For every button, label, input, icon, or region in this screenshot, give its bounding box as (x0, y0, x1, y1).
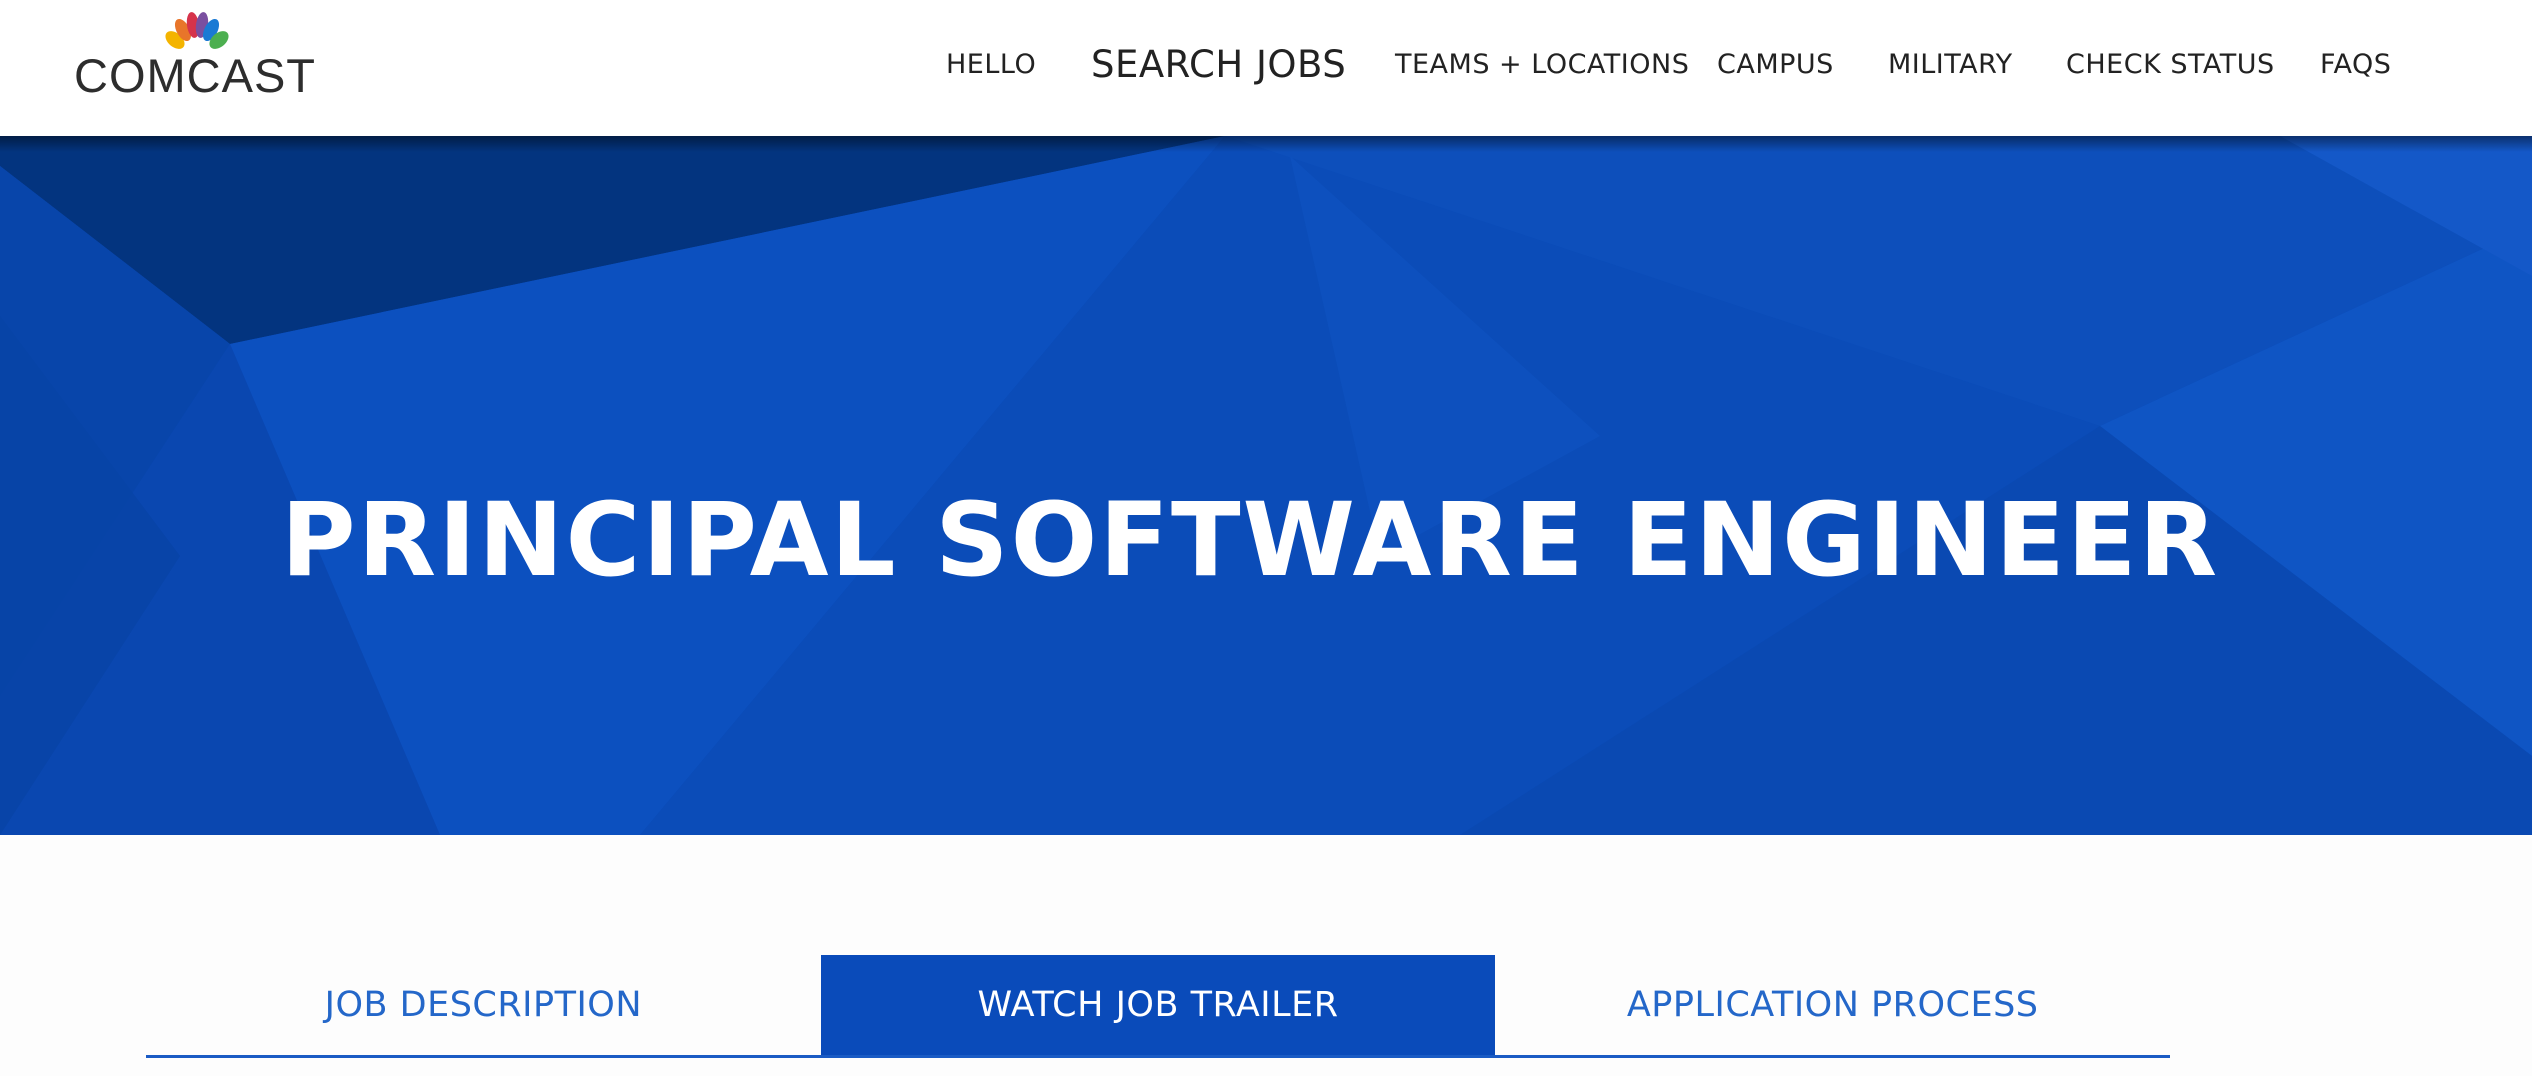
hero-banner: PRINCIPAL SOFTWARE ENGINEER (0, 136, 2532, 835)
nav-search-jobs[interactable]: SEARCH JOBS (1091, 0, 1346, 128)
comcast-logo-link[interactable]: COMCAST (74, 10, 318, 106)
nav-hello[interactable]: HELLO (946, 0, 1036, 128)
nav-military[interactable]: MILITARY (1888, 0, 2013, 128)
nav-check-status[interactable]: CHECK STATUS (2066, 0, 2275, 128)
tab-application-process[interactable]: APPLICATION PROCESS (1495, 955, 2170, 1055)
nav-campus[interactable]: CAMPUS (1717, 0, 1834, 128)
header-shadow (0, 136, 2532, 152)
job-title: PRINCIPAL SOFTWARE ENGINEER (280, 481, 2220, 601)
job-tabs: JOB DESCRIPTION WATCH JOB TRAILER APPLIC… (146, 955, 2170, 1058)
nav-faqs[interactable]: FAQS (2320, 0, 2391, 128)
tab-watch-job-trailer[interactable]: WATCH JOB TRAILER (820, 955, 1496, 1055)
site-header: COMCAST HELLO SEARCH JOBS TEAMS + LOCATI… (0, 0, 2532, 136)
tab-job-description[interactable]: JOB DESCRIPTION (146, 955, 821, 1055)
logo-wordmark: COMCAST (74, 49, 316, 102)
nav-teams-locations[interactable]: TEAMS + LOCATIONS (1395, 0, 1689, 128)
